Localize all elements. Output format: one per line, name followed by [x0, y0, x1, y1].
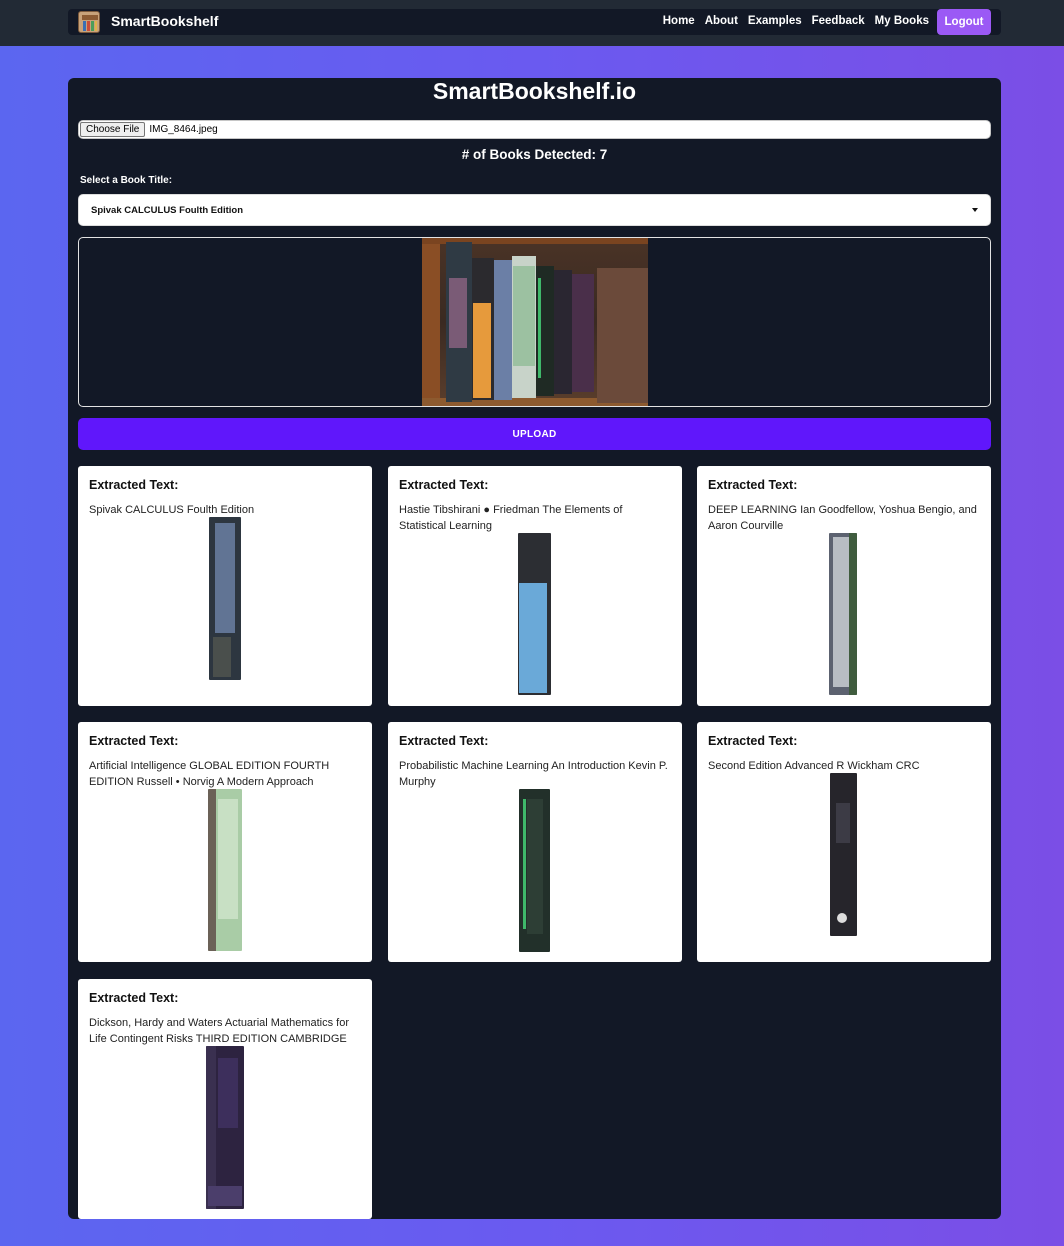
bookshelf-image: [422, 238, 648, 406]
card-heading: Extracted Text:: [89, 734, 179, 748]
card-extracted-text: Hastie Tibshirani ● Friedman The Element…: [399, 504, 623, 532]
book-spine-image: [830, 773, 857, 936]
image-preview: [78, 237, 991, 407]
book-spine-image: [519, 789, 550, 952]
brand-name[interactable]: SmartBookshelf: [111, 13, 218, 29]
card-heading: Extracted Text:: [399, 734, 489, 748]
book-spine-image: [208, 789, 242, 951]
card-extracted-text: Dickson, Hardy and Waters Actuarial Math…: [89, 1017, 350, 1045]
nav-links: Home About Examples Feedback My Books: [653, 15, 929, 27]
file-input[interactable]: Choose File IMG_8464.jpeg: [78, 120, 991, 139]
caret-down-icon: [972, 208, 978, 212]
book-spine-image: [518, 533, 551, 695]
extracted-card: Extracted Text: Hastie Tibshirani ● Frie…: [388, 466, 682, 706]
book-spine-image: [206, 1046, 244, 1209]
extracted-card: Extracted Text: Artificial Intelligence …: [78, 722, 372, 962]
nav-my-books-link[interactable]: My Books: [875, 15, 929, 27]
extracted-card: Extracted Text: Spivak CALCULUS Foulth E…: [78, 466, 372, 706]
select-label: Select a Book Title:: [80, 175, 173, 186]
card-heading: Extracted Text:: [89, 478, 179, 492]
card-heading: Extracted Text:: [708, 734, 798, 748]
choose-file-button[interactable]: Choose File: [80, 122, 146, 137]
book-spine-image: [209, 517, 241, 680]
card-heading: Extracted Text:: [399, 478, 489, 492]
page-title: SmartBookshelf.io: [432, 78, 637, 104]
file-name: IMG_8464.jpeg: [149, 124, 218, 135]
upload-button[interactable]: UPLOAD: [78, 418, 991, 450]
extracted-card: Extracted Text: Dickson, Hardy and Water…: [78, 979, 372, 1219]
card-extracted-text: Probabilistic Machine Learning An Introd…: [399, 760, 668, 788]
extracted-card: Extracted Text: Second Edition Advanced …: [697, 722, 991, 962]
selected-book-title: Spivak CALCULUS Foulth Edition: [91, 204, 243, 216]
nav-feedback-link[interactable]: Feedback: [812, 15, 865, 27]
nav-examples-link[interactable]: Examples: [748, 15, 802, 27]
book-spine-image: [829, 533, 857, 695]
card-extracted-text: Artificial Intelligence GLOBAL EDITION F…: [89, 760, 330, 788]
extracted-card: Extracted Text: Probabilistic Machine Le…: [388, 722, 682, 962]
book-title-select[interactable]: Spivak CALCULUS Foulth Edition: [78, 194, 991, 226]
navbar: SmartBookshelf Home About Examples Feedb…: [68, 9, 1001, 35]
books-detected-count: # of Books Detected: 7: [461, 147, 608, 162]
card-extracted-text: DEEP LEARNING Ian Goodfellow, Yoshua Ben…: [708, 504, 977, 532]
card-heading: Extracted Text:: [89, 991, 179, 1005]
brand-logo-icon[interactable]: [78, 11, 100, 33]
nav-home-link[interactable]: Home: [663, 15, 695, 27]
card-heading: Extracted Text:: [708, 478, 798, 492]
logout-button[interactable]: Logout: [937, 9, 991, 35]
top-bar: SmartBookshelf Home About Examples Feedb…: [0, 0, 1064, 46]
extracted-card: Extracted Text: DEEP LEARNING Ian Goodfe…: [697, 466, 991, 706]
card-extracted-text: Second Edition Advanced R Wickham CRC: [708, 760, 920, 772]
card-extracted-text: Spivak CALCULUS Foulth Edition: [89, 504, 255, 516]
nav-about-link[interactable]: About: [705, 15, 738, 27]
